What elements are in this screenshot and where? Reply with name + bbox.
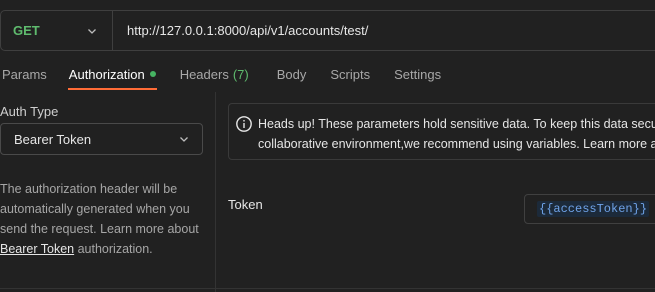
auth-type-select[interactable]: Bearer Token <box>0 123 203 155</box>
headers-count-badge: (7) <box>232 66 249 82</box>
bearer-token-link[interactable]: Bearer Token <box>0 242 74 256</box>
token-label: Token <box>228 197 263 212</box>
tab-settings[interactable]: Settings <box>394 58 441 90</box>
tab-body[interactable]: Body <box>277 58 307 90</box>
auth-description: The authorization header will be automat… <box>0 179 210 259</box>
method-label: GET <box>13 23 40 38</box>
tab-params[interactable]: Params <box>2 58 47 90</box>
tab-label: Body <box>276 66 307 82</box>
notice-line: Heads up! These parameters hold sensitiv… <box>258 117 655 131</box>
request-tabs: Params Authorization Headers (7) Body Sc… <box>0 58 655 90</box>
token-variable: {{accessToken}} <box>537 201 650 217</box>
method-selector[interactable]: GET <box>1 11 113 50</box>
bottom-divider <box>0 288 655 289</box>
tab-label: Settings <box>394 66 442 82</box>
tab-authorization[interactable]: Authorization <box>67 58 157 90</box>
info-icon <box>236 116 252 132</box>
status-dot-icon <box>149 71 156 77</box>
tab-label: Authorization <box>68 66 145 82</box>
request-url-bar: GET http://127.0.0.1:8000/api/v1/account… <box>0 10 655 51</box>
auth-type-label: Auth Type <box>0 104 59 119</box>
chevron-down-icon <box>180 137 188 142</box>
tab-label: Headers <box>179 66 229 82</box>
auth-type-value: Bearer Token <box>14 131 92 147</box>
url-input[interactable]: http://127.0.0.1:8000/api/v1/accounts/te… <box>113 23 368 38</box>
tab-scripts[interactable]: Scripts <box>330 58 370 90</box>
notice-line: collaborative environment,we recommend u… <box>258 137 655 151</box>
sensitive-data-notice: Heads up! These parameters hold sensitiv… <box>228 103 655 160</box>
tab-label: Params <box>2 66 47 82</box>
chevron-down-icon <box>88 28 96 34</box>
tab-label: Scripts <box>330 66 371 82</box>
panel-divider <box>215 92 216 292</box>
tab-headers[interactable]: Headers (7) <box>180 58 249 90</box>
auth-desc-suffix: authorization. <box>74 242 153 256</box>
notice-text: Heads up! These parameters hold sensitiv… <box>258 114 655 159</box>
auth-desc-text: The authorization header will be automat… <box>0 182 199 236</box>
token-input[interactable]: {{accessToken}} <box>524 194 655 224</box>
